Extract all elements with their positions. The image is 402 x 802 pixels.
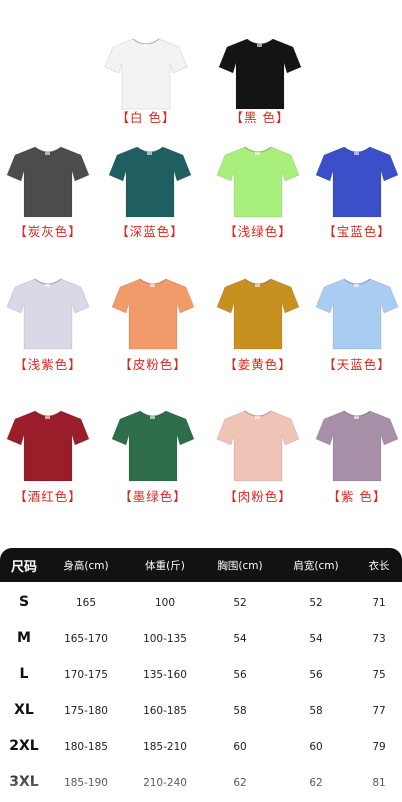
- table-cell: 73: [372, 633, 386, 645]
- color-label: 【浅紫色】: [14, 357, 82, 372]
- tshirt-swatch[interactable]: [314, 405, 400, 485]
- tshirt-swatch[interactable]: [5, 141, 91, 221]
- table-row: L 170-175 135-160 56 56 75: [0, 660, 402, 694]
- tshirt-icon: [315, 146, 399, 218]
- size-cell: L: [19, 666, 29, 682]
- table-cell: 160-185: [143, 705, 187, 717]
- tshirt-swatch[interactable]: [5, 405, 91, 485]
- table-cell: 56: [309, 669, 323, 681]
- table-cell: 81: [372, 777, 386, 789]
- table-cell: 165-170: [64, 633, 108, 645]
- table-cell: 175-180: [64, 705, 108, 717]
- tshirt-icon: [111, 278, 195, 350]
- color-label: 【宝蓝色】: [323, 224, 391, 239]
- table-cell: 79: [372, 741, 386, 753]
- tshirt-icon: [315, 278, 399, 350]
- header-chest: 胸围(cm): [217, 560, 263, 572]
- table-cell: 60: [233, 741, 247, 753]
- table-cell: 62: [233, 777, 247, 789]
- table-cell: 52: [233, 597, 247, 609]
- table-row: 2XL 180-185 185-210 60 60 79: [0, 732, 402, 766]
- tshirt-swatch[interactable]: [215, 273, 301, 353]
- table-cell: 170-175: [64, 669, 108, 681]
- tshirt-icon: [6, 410, 90, 482]
- color-label: 【肉粉色】: [224, 489, 292, 504]
- tshirt-icon: [216, 410, 300, 482]
- tshirt-icon: [218, 38, 302, 110]
- table-row: M 165-170 100-135 54 54 73: [0, 624, 402, 658]
- table-cell: 75: [372, 669, 386, 681]
- tshirt-swatch[interactable]: [314, 141, 400, 221]
- table-cell: 77: [372, 705, 386, 717]
- table-cell: 62: [309, 777, 323, 789]
- size-cell: S: [18, 594, 30, 610]
- color-label: 【墨绿色】: [119, 489, 187, 504]
- tshirt-swatch[interactable]: [217, 33, 303, 113]
- table-cell: 56: [233, 669, 247, 681]
- size-cell: XL: [14, 702, 34, 718]
- header-height: 身高(cm): [63, 560, 109, 572]
- table-cell: 71: [372, 597, 386, 609]
- table-cell: 100-135: [143, 633, 187, 645]
- table-cell: 58: [233, 705, 247, 717]
- table-row: S 165 100 52 52 71: [0, 588, 402, 622]
- header-length: 衣长: [368, 560, 390, 572]
- header-size: 尺码: [10, 560, 38, 575]
- table-cell: 54: [233, 633, 247, 645]
- color-label: 【浅绿色】: [224, 224, 292, 239]
- table-row: 3XL 185-190 210-240 62 62 81: [0, 768, 402, 802]
- tshirt-icon: [108, 146, 192, 218]
- color-label: 【紫 色】: [327, 489, 387, 504]
- table-cell: 185-210: [143, 741, 187, 753]
- size-chart-table: 尺码 身高(cm) 体重(斤) 胸围(cm) 肩宽(cm) 衣长 S 165 100…: [0, 548, 402, 800]
- tshirt-swatch[interactable]: [103, 33, 189, 113]
- color-label: 【白 色】: [116, 110, 176, 125]
- size-cell: 2XL: [9, 738, 39, 754]
- table-cell: 210-240: [143, 777, 187, 789]
- table-cell: 165: [75, 597, 97, 609]
- tshirt-swatch[interactable]: [5, 273, 91, 353]
- table-cell: 100: [154, 597, 176, 609]
- color-label: 【酒红色】: [14, 489, 82, 504]
- tshirt-swatch[interactable]: [215, 141, 301, 221]
- table-cell: 52: [309, 597, 323, 609]
- table-cell: 54: [309, 633, 323, 645]
- tshirt-swatch[interactable]: [314, 273, 400, 353]
- size-chart-header: 尺码 身高(cm) 体重(斤) 胸围(cm) 肩宽(cm) 衣长: [0, 548, 402, 582]
- color-label: 【天蓝色】: [323, 357, 391, 372]
- tshirt-icon: [104, 38, 188, 110]
- tshirt-icon: [6, 146, 90, 218]
- table-cell: 60: [309, 741, 323, 753]
- color-label: 【皮粉色】: [119, 357, 187, 372]
- tshirt-icon: [111, 410, 195, 482]
- table-cell: 185-190: [64, 777, 108, 789]
- table-cell: 135-160: [143, 669, 187, 681]
- table-cell: 58: [309, 705, 323, 717]
- tshirt-swatch[interactable]: [110, 273, 196, 353]
- header-weight: 体重(斤): [145, 560, 185, 572]
- color-label: 【姜黄色】: [224, 357, 292, 372]
- color-label: 【深蓝色】: [116, 224, 184, 239]
- size-cell: 3XL: [9, 774, 39, 790]
- tshirt-swatch[interactable]: [110, 405, 196, 485]
- tshirt-swatch[interactable]: [215, 405, 301, 485]
- header-shoulder: 肩宽(cm): [293, 560, 339, 572]
- tshirt-icon: [216, 146, 300, 218]
- color-label: 【黑 色】: [230, 110, 290, 125]
- tshirt-icon: [216, 278, 300, 350]
- table-row: XL 175-180 160-185 58 58 77: [0, 696, 402, 730]
- table-cell: 180-185: [64, 741, 108, 753]
- size-cell: M: [17, 630, 31, 646]
- tshirt-icon: [315, 410, 399, 482]
- tshirt-swatch[interactable]: [107, 141, 193, 221]
- tshirt-icon: [6, 278, 90, 350]
- color-label: 【炭灰色】: [14, 224, 82, 239]
